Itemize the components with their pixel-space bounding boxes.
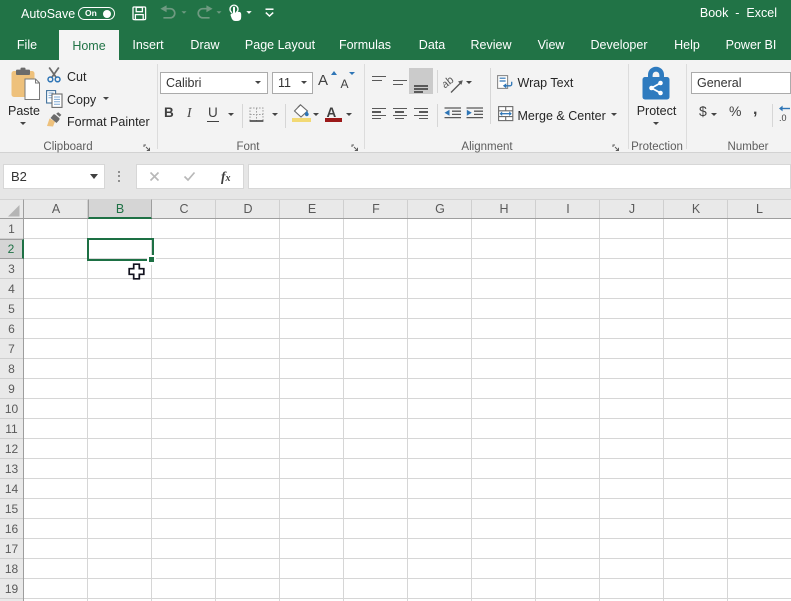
svg-text:.0: .0 — [779, 113, 787, 123]
